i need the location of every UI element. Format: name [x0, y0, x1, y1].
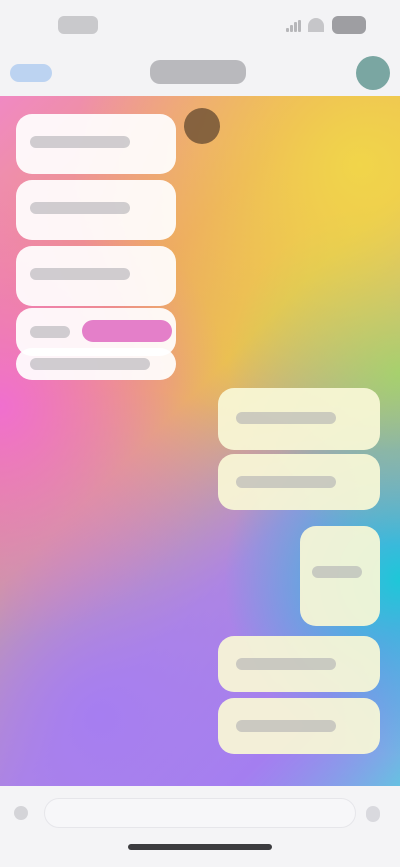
battery-icon: [332, 16, 366, 34]
message-text: [30, 358, 150, 370]
highlight-chip: [82, 320, 172, 342]
message-composer: [0, 786, 400, 867]
message-list[interactable]: [0, 96, 400, 786]
message-bubble-outgoing[interactable]: [218, 636, 380, 692]
navigation-bar: [0, 50, 400, 96]
message-input[interactable]: [44, 798, 356, 828]
contact-avatar: [184, 108, 220, 144]
message-text: [312, 566, 362, 578]
status-time: [58, 16, 98, 34]
mic-icon[interactable]: [366, 806, 380, 822]
status-bar: [0, 0, 400, 50]
attach-icon[interactable]: [14, 806, 28, 820]
message-text: [30, 326, 70, 338]
signal-icon: [286, 20, 302, 32]
message-text: [236, 720, 336, 732]
message-bubble-incoming[interactable]: [16, 246, 176, 306]
message-bubble-outgoing[interactable]: [300, 526, 380, 626]
home-indicator: [128, 844, 272, 850]
message-text: [30, 268, 130, 280]
avatar[interactable]: [356, 56, 390, 90]
message-text: [30, 136, 130, 148]
wifi-icon: [308, 18, 324, 32]
message-bubble-incoming[interactable]: [16, 114, 176, 174]
message-text: [236, 658, 336, 670]
back-button[interactable]: [10, 64, 52, 82]
message-bubble-outgoing[interactable]: [218, 698, 380, 754]
message-bubble-outgoing[interactable]: [218, 454, 380, 510]
message-bubble-incoming[interactable]: [16, 180, 176, 240]
message-text: [30, 202, 130, 214]
page-title: [150, 60, 246, 84]
message-bubble-outgoing[interactable]: [218, 388, 380, 450]
chat-screen: [0, 0, 400, 867]
message-text: [236, 412, 336, 424]
message-bubble-incoming[interactable]: [16, 348, 176, 380]
message-text: [236, 476, 336, 488]
